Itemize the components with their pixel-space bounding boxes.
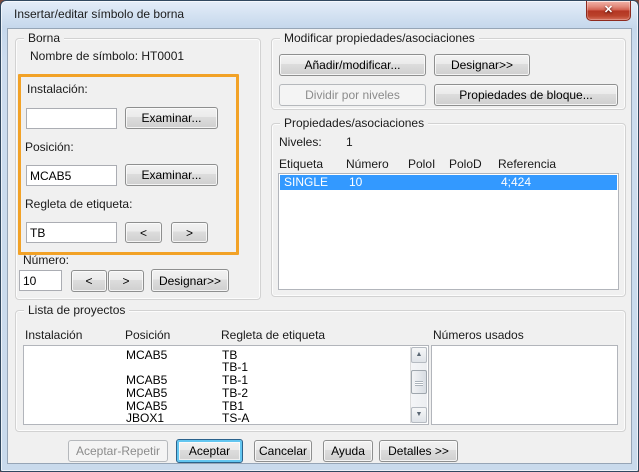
group-proyectos-label: Lista de proyectos (24, 303, 130, 317)
niveles-value: 1 (346, 135, 353, 149)
symbol-name-label: Nombre de símbolo: HT0001 (30, 49, 185, 63)
proyectos-row[interactable]: MCAB5 TB-1 (24, 374, 412, 387)
prop-col-referencia: Referencia (498, 157, 557, 171)
close-button[interactable]: ✕ (586, 1, 631, 21)
ayuda-button[interactable]: Ayuda (323, 440, 373, 462)
propiedades-list[interactable]: SINGLE 10 4;424 (278, 173, 619, 290)
propiedades-bloque-button[interactable]: Propiedades de bloque... (434, 84, 618, 106)
proyectos-list[interactable]: MCAB5 TB TB-1 MCAB5 TB-1 MCAB5 TB-2 MCAB… (23, 345, 429, 425)
scroll-down-icon[interactable]: ▼ (411, 407, 427, 423)
numero-next-button[interactable]: > (108, 270, 144, 292)
close-icon: ✕ (603, 4, 614, 16)
regleta-next-button[interactable]: > (171, 222, 208, 243)
proj-col-posicion: Posición (125, 328, 171, 342)
row-referencia: 4;424 (501, 175, 532, 189)
numeros-usados-list[interactable] (431, 345, 618, 425)
proyectos-row[interactable]: TB-1 (24, 361, 412, 374)
prop-col-polod: PoloD (449, 157, 482, 171)
numero-input[interactable] (19, 270, 62, 291)
regleta-label: Regleta de etiqueta: (25, 197, 133, 211)
regleta-prev-button[interactable]: < (125, 222, 162, 243)
titlebar[interactable]: Insertar/editar símbolo de borna (1, 1, 638, 28)
instalacion-label: Instalación: (27, 82, 88, 96)
proj-col-regleta: Regleta de etiqueta (221, 328, 326, 342)
prop-col-numero: Número (346, 157, 389, 171)
dialog-window: Insertar/editar símbolo de borna ✕ Borna… (0, 0, 639, 472)
dividir-niveles-button: Dividir por niveles (279, 84, 426, 106)
cancelar-button[interactable]: Cancelar (254, 440, 312, 462)
row-numero: 10 (349, 175, 363, 189)
posicion-label: Posición: (25, 140, 74, 154)
scroll-up-icon[interactable]: ▲ (411, 347, 427, 363)
dialog-client-area: Borna Nombre de símbolo: HT0001 Instalac… (7, 28, 632, 464)
proyectos-row[interactable]: JBOX1 TS-A (24, 412, 412, 424)
symbol-name-value: HT0001 (141, 49, 185, 63)
examinar-posicion-button[interactable]: Examinar... (125, 164, 218, 186)
regleta-input[interactable] (26, 222, 117, 243)
prop-col-etiqueta: Etiqueta (279, 157, 324, 171)
prop-col-poloi: PoloI (408, 157, 436, 171)
group-borna-label: Borna (24, 31, 65, 45)
scrollbar-thumb[interactable] (411, 370, 427, 394)
propiedades-selected-row[interactable]: SINGLE 10 4;424 (280, 175, 617, 190)
numero-designar-button[interactable]: Designar>> (151, 269, 229, 292)
examinar-instalacion-button[interactable]: Examinar... (125, 107, 218, 129)
group-modificar-label: Modificar propiedades/asociaciones (280, 31, 479, 45)
instalacion-input[interactable] (26, 108, 117, 129)
proj-col-instalacion: Instalación (25, 328, 83, 342)
group-propiedades-label: Propiedades/asociaciones (280, 116, 429, 130)
proyectos-row[interactable]: MCAB5 TB-2 (24, 387, 412, 400)
numero-label: Número: (23, 253, 70, 267)
aceptar-repetir-button: Aceptar-Repetir (68, 440, 168, 462)
numeros-usados-label: Números usados (433, 328, 524, 342)
aceptar-button[interactable]: Aceptar (176, 439, 243, 463)
designar-button[interactable]: Designar>> (434, 54, 530, 76)
scrollbar-grip-icon (415, 381, 423, 386)
proyectos-scrollbar[interactable]: ▲ ▼ (410, 347, 427, 423)
window-title: Insertar/editar símbolo de borna (14, 7, 185, 21)
niveles-label: Niveles: (279, 135, 322, 149)
posicion-input[interactable] (26, 165, 117, 186)
anadir-modificar-button[interactable]: Añadir/modificar... (279, 54, 426, 76)
row-etiqueta: SINGLE (284, 175, 329, 189)
detalles-button[interactable]: Detalles >> (379, 440, 458, 462)
numero-prev-button[interactable]: < (71, 270, 107, 292)
